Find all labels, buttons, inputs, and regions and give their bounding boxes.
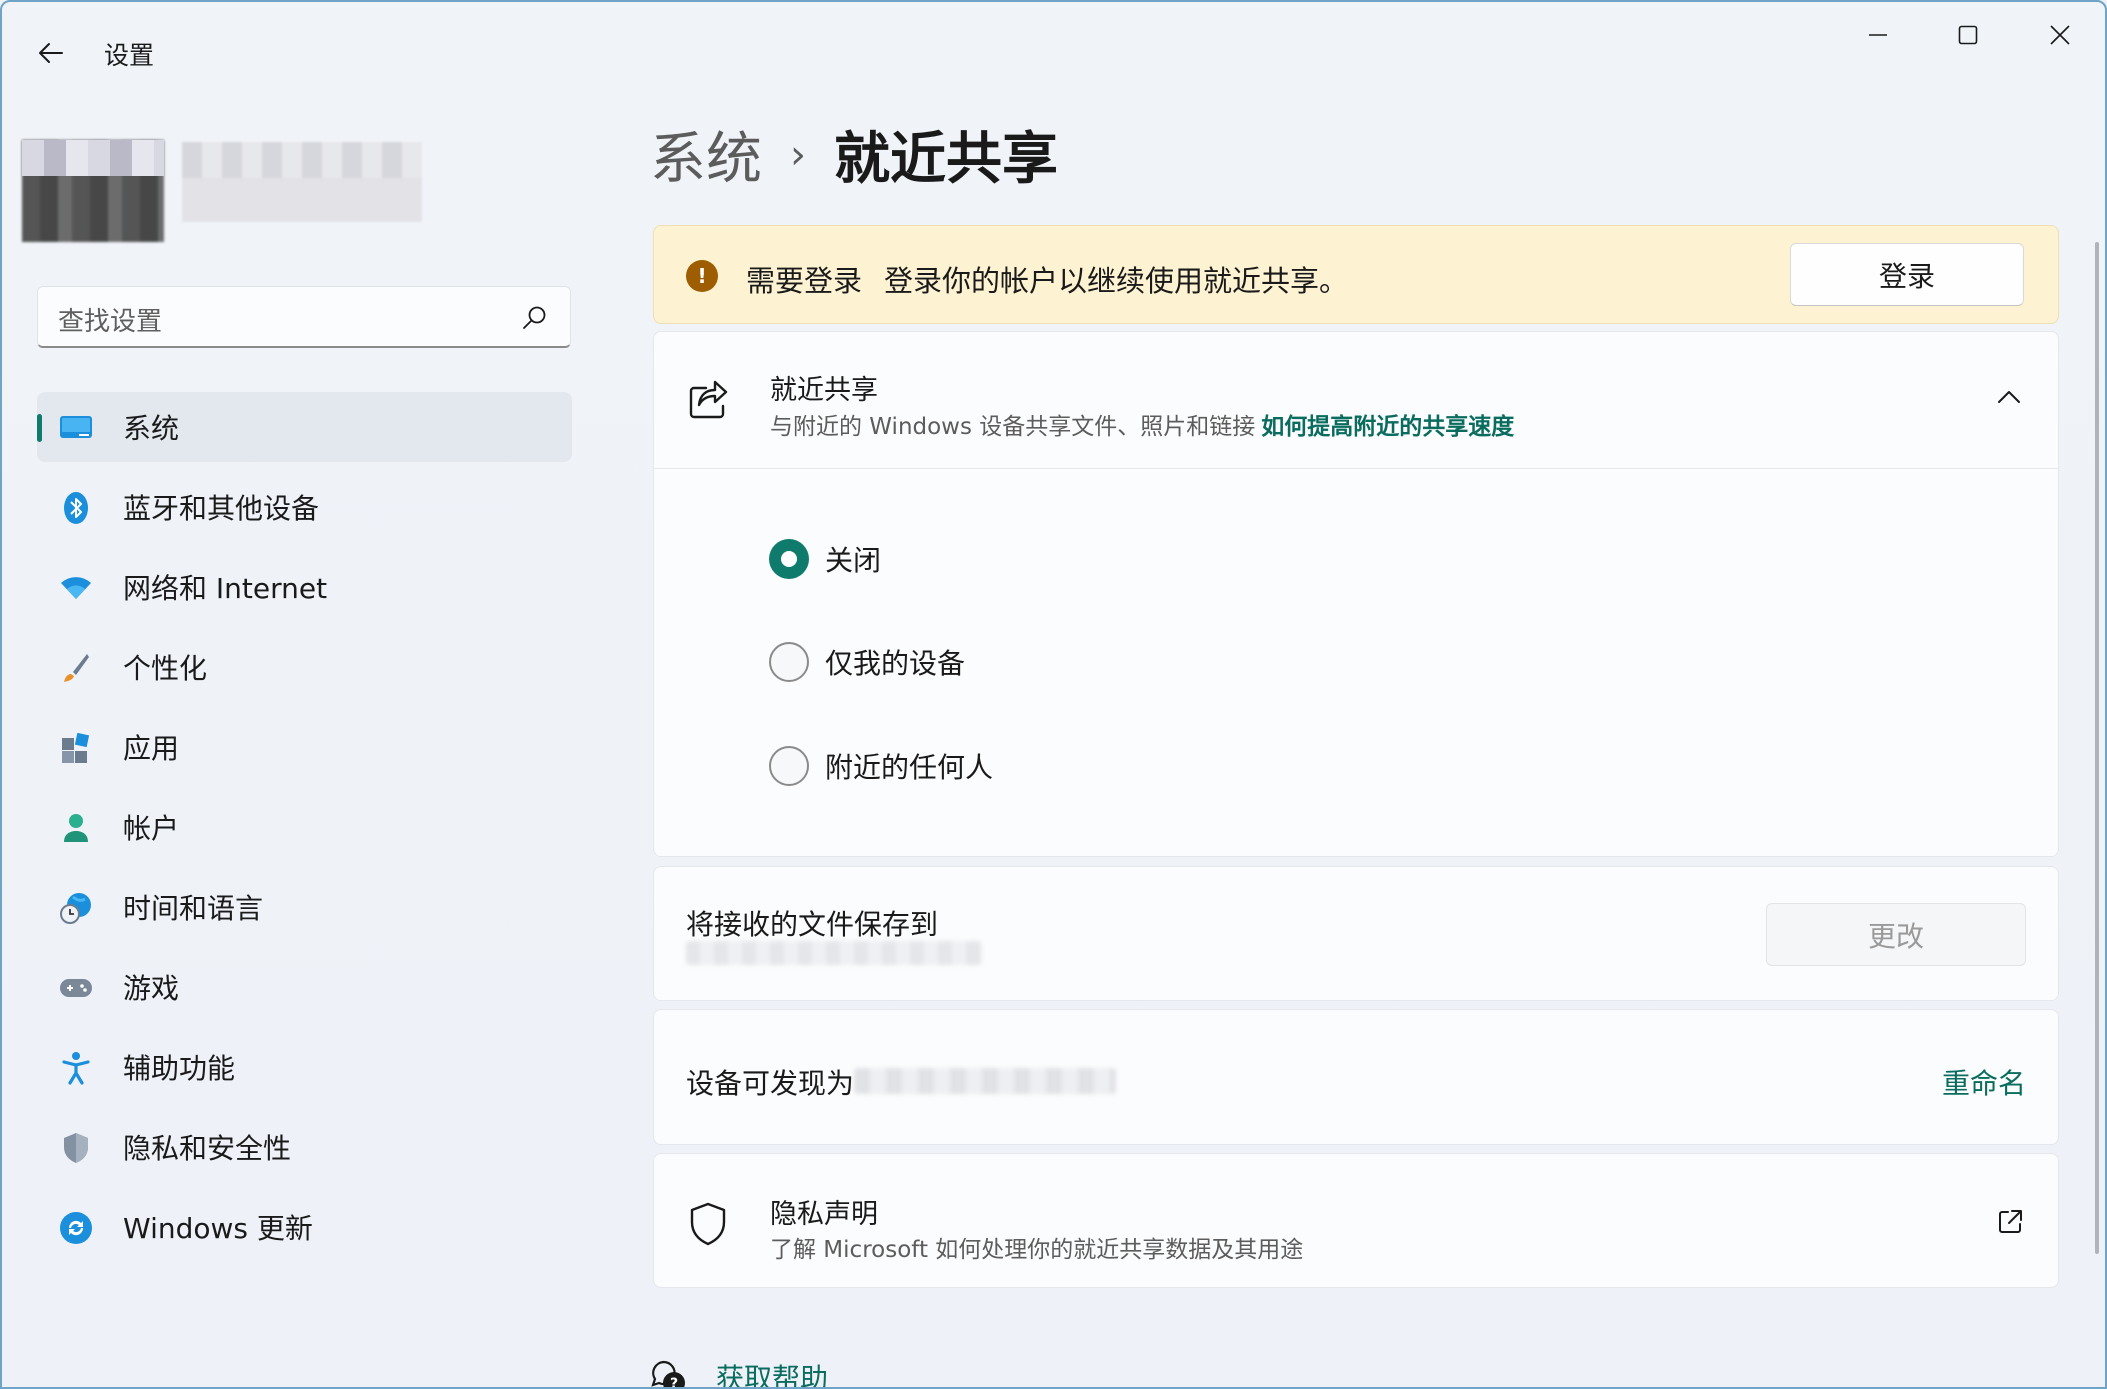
- sidebar-item-label: 个性化: [123, 652, 208, 685]
- bluetooth-icon: [59, 491, 93, 525]
- search-placeholder: 查找设置: [58, 307, 163, 337]
- accessibility-icon: [59, 1051, 93, 1085]
- warning-icon: !: [686, 260, 718, 292]
- radio-option-off[interactable]: 关闭: [769, 536, 881, 582]
- sidebar-item-label: 应用: [123, 732, 180, 765]
- breadcrumb: 系统 › 就近共享: [650, 114, 1058, 195]
- sidebar-item-accounts[interactable]: 帐户: [37, 792, 572, 862]
- shield-outline-icon: [690, 1202, 726, 1246]
- sidebar-item-windows-update[interactable]: Windows 更新: [37, 1192, 572, 1262]
- sidebar-item-time-language[interactable]: 时间和语言: [37, 872, 572, 942]
- maximize-icon: [1958, 25, 1978, 45]
- gamepad-icon: [59, 971, 93, 1005]
- signin-banner: ! 需要登录 登录你的帐户以继续使用就近共享。 登录: [653, 225, 2059, 324]
- profile-name-blurred: [182, 142, 422, 222]
- get-help[interactable]: ? 获取帮助: [650, 1357, 828, 1389]
- sidebar-item-label: 辅助功能: [123, 1052, 236, 1085]
- sidebar-item-personalization[interactable]: 个性化: [37, 632, 572, 702]
- app-title: 设置: [104, 41, 155, 70]
- settings-window: 设置 查找设置 系统 蓝牙和其他设备 网络和 Internet 个性化 应用 帐…: [0, 0, 2107, 1389]
- radio-button[interactable]: [769, 539, 809, 579]
- device-name-blurred: [854, 1068, 1116, 1094]
- rename-link[interactable]: 重命名: [1942, 1062, 2026, 1102]
- globe-clock-icon: [59, 891, 93, 925]
- breadcrumb-separator: ›: [790, 131, 806, 178]
- external-link-icon: [1999, 1210, 2022, 1233]
- active-indicator: [37, 414, 42, 442]
- chevron-up-icon[interactable]: [1994, 382, 2024, 412]
- sidebar-item-privacy-security[interactable]: 隐私和安全性: [37, 1112, 572, 1182]
- arrow-left-icon: [39, 43, 63, 63]
- sidebar-item-system[interactable]: 系统: [37, 392, 572, 462]
- avatar-top: [22, 140, 164, 176]
- sidebar-item-label: Windows 更新: [123, 1212, 313, 1245]
- change-button[interactable]: 更改: [1766, 903, 2026, 966]
- nearby-share-header[interactable]: 就近共享 与附近的 Windows 设备共享文件、照片和链接 如何提高附近的共享速…: [654, 332, 2058, 469]
- apps-icon: [59, 731, 93, 765]
- minimize-button[interactable]: [1846, 14, 1910, 56]
- sidebar-nav: 系统 蓝牙和其他设备 网络和 Internet 个性化 应用 帐户 时间和语言 …: [37, 392, 572, 1272]
- scrollbar[interactable]: [2095, 242, 2099, 1254]
- maximize-button[interactable]: [1936, 14, 2000, 56]
- sidebar-item-bluetooth[interactable]: 蓝牙和其他设备: [37, 472, 572, 542]
- close-icon: [2050, 25, 2070, 45]
- save-path-blurred: [686, 941, 982, 965]
- nearby-share-card: 就近共享 与附近的 Windows 设备共享文件、照片和链接 如何提高附近的共享速…: [653, 331, 2059, 857]
- sidebar-item-label: 隐私和安全性: [123, 1132, 292, 1165]
- privacy-statement-card[interactable]: 隐私声明 了解 Microsoft 如何处理你的就近共享数据及其用途: [653, 1153, 2059, 1288]
- discoverable-label: 设备可发现为: [686, 1067, 855, 1100]
- help-chat-icon: ?: [651, 1360, 685, 1389]
- nearby-share-description: 与附近的 Windows 设备共享文件、照片和链接 如何提高附近的共享速度: [770, 407, 1514, 441]
- sidebar-item-label: 系统: [123, 412, 180, 445]
- sidebar-item-label: 网络和 Internet: [123, 572, 328, 605]
- get-help-link[interactable]: 获取帮助: [716, 1357, 828, 1387]
- wifi-icon: [59, 571, 93, 605]
- nearby-share-title: 就近共享: [770, 375, 878, 406]
- radio-button[interactable]: [769, 642, 809, 682]
- breadcrumb-parent[interactable]: 系统: [650, 114, 762, 195]
- banner-message: 登录你的帐户以继续使用就近共享。: [884, 264, 1349, 298]
- signin-button[interactable]: 登录: [1790, 243, 2024, 306]
- sidebar-item-label: 帐户: [123, 812, 180, 845]
- sidebar-item-gaming[interactable]: 游戏: [37, 952, 572, 1022]
- sidebar-item-label: 时间和语言: [123, 892, 264, 925]
- title-bar: 设置: [2, 2, 2105, 102]
- minimize-icon: [1869, 34, 1887, 36]
- sidebar-item-label: 蓝牙和其他设备: [123, 492, 320, 525]
- nearby-share-description-text: 与附近的 Windows 设备共享文件、照片和链接: [770, 414, 1256, 440]
- back-button[interactable]: [28, 30, 74, 76]
- radio-label: 关闭: [825, 544, 882, 577]
- privacy-title: 隐私声明: [770, 1199, 878, 1230]
- close-button[interactable]: [2028, 14, 2092, 56]
- banner-title: 需要登录: [746, 264, 863, 298]
- svg-text:?: ?: [670, 1376, 678, 1389]
- sidebar-item-accessibility[interactable]: 辅助功能: [37, 1032, 572, 1102]
- update-icon: [59, 1211, 93, 1245]
- account-icon: [59, 811, 93, 845]
- monitor-icon: [59, 411, 93, 445]
- sidebar-item-label: 游戏: [123, 972, 180, 1005]
- radio-option-everyone-nearby[interactable]: 附近的任何人: [769, 743, 993, 789]
- search-input[interactable]: 查找设置: [37, 286, 571, 348]
- save-location-card: 将接收的文件保存到 更改: [653, 866, 2059, 1001]
- save-location-title: 将接收的文件保存到: [686, 908, 939, 941]
- radio-option-my-devices[interactable]: 仅我的设备: [769, 639, 965, 685]
- sidebar-item-apps[interactable]: 应用: [37, 712, 572, 782]
- brush-icon: [59, 651, 93, 685]
- share-icon: [689, 380, 728, 419]
- search-icon: [523, 306, 546, 329]
- page-title: 就近共享: [834, 127, 1058, 192]
- privacy-description: 了解 Microsoft 如何处理你的就近共享数据及其用途: [770, 1237, 1304, 1263]
- radio-button[interactable]: [769, 746, 809, 786]
- radio-label: 附近的任何人: [825, 751, 994, 784]
- shield-icon: [59, 1131, 93, 1165]
- discoverable-card: 设备可发现为 重命名: [653, 1009, 2059, 1145]
- speed-help-link[interactable]: 如何提高附近的共享速度: [1261, 414, 1514, 440]
- radio-label: 仅我的设备: [825, 647, 966, 680]
- sidebar-item-network[interactable]: 网络和 Internet: [37, 552, 572, 622]
